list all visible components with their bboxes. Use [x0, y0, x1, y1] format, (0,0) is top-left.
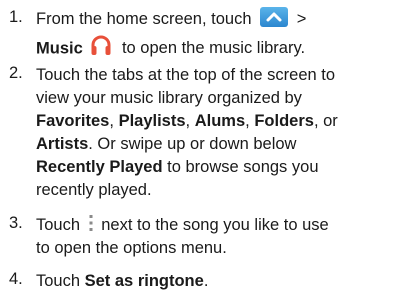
step-text: view your music library organized by: [36, 89, 302, 107]
step-text: to open the music library.: [121, 39, 306, 58]
option-name-set-as-ringtone: Set as ringtone: [84, 272, 204, 290]
instructions-document: 1. From the home screen, touch > Music t…: [0, 0, 407, 299]
step-text: recently played.: [36, 181, 152, 199]
app-name: Music: [36, 39, 83, 58]
step-number: 1.: [9, 8, 23, 26]
tab-name-playlists: Playlists: [118, 112, 186, 130]
vertical-dots-menu-icon: [85, 213, 97, 233]
step-text: Touch: [36, 216, 81, 234]
step-text: to open the options menu.: [36, 239, 227, 257]
step-text: From the home screen, touch: [36, 10, 252, 28]
step-number: 4.: [9, 270, 23, 288]
chevron-up-icon: [260, 6, 289, 27]
tab-name-alums: Alums: [194, 112, 246, 130]
tab-name-artists: Artists: [36, 135, 89, 153]
headphones-icon: [89, 33, 113, 57]
step-text: to browse songs you: [167, 158, 319, 176]
tab-name-folders: Folders: [254, 112, 314, 130]
step-number: 2.: [9, 64, 23, 82]
step-text: >: [296, 10, 307, 28]
step-text: Touch the tabs at the top of the screen …: [36, 66, 336, 84]
step-text: next to the song you like to use: [101, 216, 329, 234]
step-text: Touch: [36, 272, 81, 290]
step-number: 3.: [9, 214, 23, 232]
tab-name-favorites: Favorites: [36, 112, 110, 130]
step-text: . Or swipe up or down below: [88, 135, 297, 153]
section-name-recently-played: Recently Played: [36, 158, 163, 176]
